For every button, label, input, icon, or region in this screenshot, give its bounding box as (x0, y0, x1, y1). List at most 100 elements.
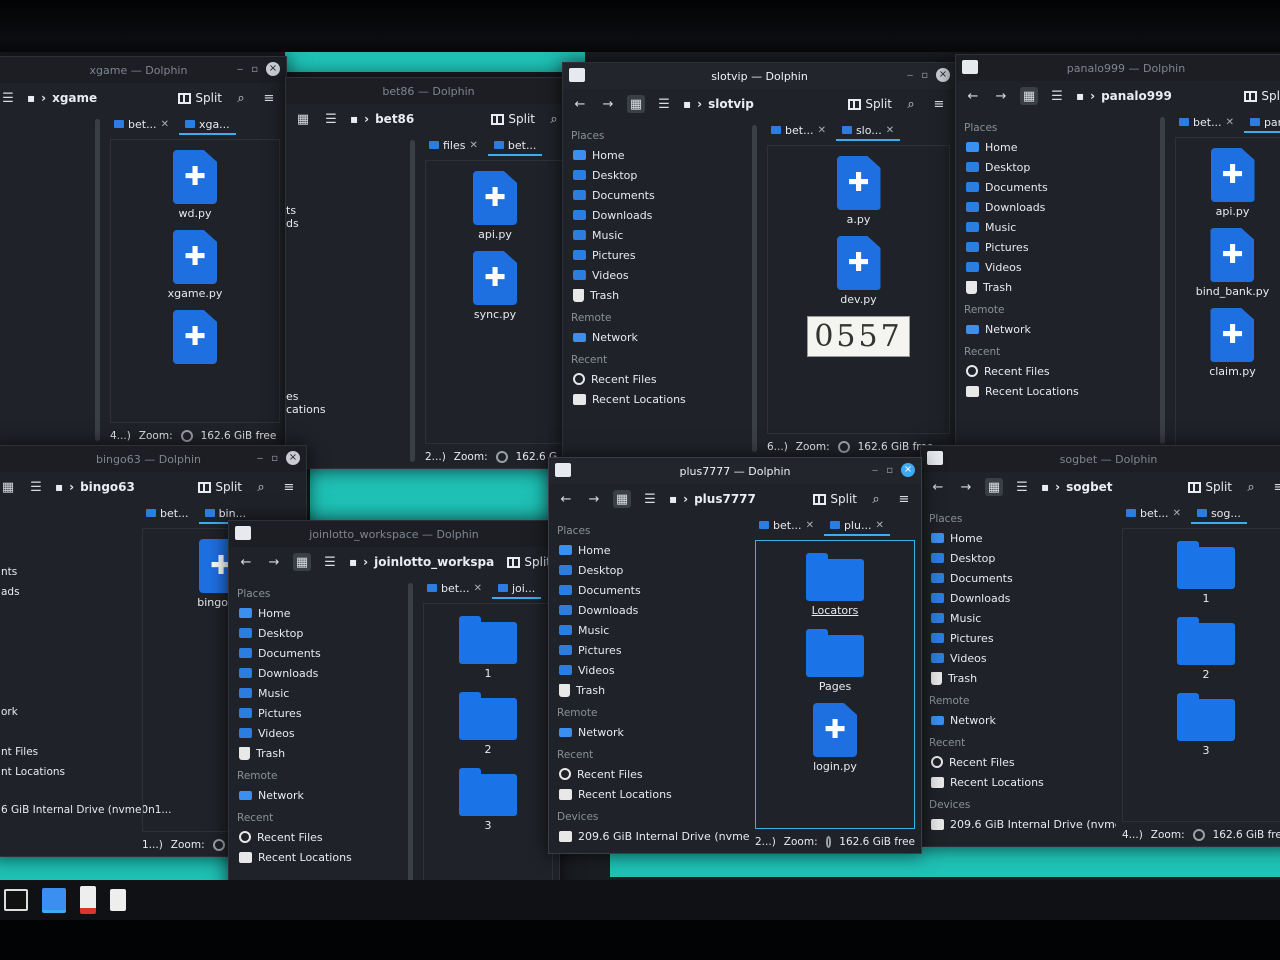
place-documents[interactable]: Documents (235, 643, 398, 663)
close-tab-icon[interactable]: ✕ (1173, 508, 1181, 519)
folder-item[interactable]: 3 (459, 766, 517, 832)
close-tab-icon[interactable]: ✕ (818, 125, 826, 136)
place-desktop[interactable]: Desktop (555, 560, 743, 580)
place-documents[interactable]: Documents (569, 185, 742, 205)
place-desktop[interactable]: Desktop (962, 157, 1150, 177)
close-tab-icon[interactable]: ✕ (469, 140, 477, 151)
back-arrow-icon[interactable]: ← (964, 87, 982, 105)
place-trash[interactable]: Trash (569, 285, 742, 305)
close-tab-icon[interactable]: ✕ (886, 125, 894, 136)
close-tab-icon[interactable]: ✕ (474, 583, 482, 594)
scrollbar[interactable] (752, 125, 757, 452)
place-recent-locations[interactable]: Recent Locations (235, 847, 398, 867)
file-item[interactable]: ✚ bind_bank.py (1196, 228, 1269, 298)
place-trash[interactable]: Trash (235, 743, 398, 763)
forward-arrow-icon[interactable]: → (599, 95, 617, 113)
place-network[interactable]: Network (927, 710, 1110, 730)
forward-arrow-icon[interactable]: → (957, 478, 975, 496)
icons-view-icon[interactable]: ▦ (293, 553, 311, 571)
maximize-button[interactable]: ▫ (886, 465, 893, 476)
folder-item[interactable]: Pages (806, 627, 864, 693)
scrollbar[interactable] (410, 140, 415, 462)
place-documents[interactable]: Documents (555, 580, 743, 600)
place-music[interactable]: Music (962, 217, 1150, 237)
close-button[interactable]: × (936, 68, 950, 82)
zoom-slider[interactable] (180, 430, 193, 442)
tab[interactable]: bet... (487, 137, 543, 156)
place-recent-files[interactable]: Recent Files (235, 827, 398, 847)
zoom-slider[interactable] (837, 441, 850, 453)
file-item[interactable]: ✚ claim.py (1209, 308, 1256, 378)
file-item[interactable]: ✚ sync.py (473, 251, 517, 321)
tab[interactable]: pan (1243, 114, 1280, 133)
file-item[interactable]: ✚ api.py (1210, 148, 1255, 218)
tab[interactable]: files ✕ (423, 137, 484, 156)
place-drive[interactable]: 209.6 GiB Internal Drive (nvme0n1... (555, 826, 749, 846)
search-icon[interactable]: ⌕ (545, 110, 563, 128)
file-item[interactable]: ✚ login.py (813, 703, 857, 773)
back-arrow-icon[interactable]: ← (571, 95, 589, 113)
folder-item[interactable]: 3 (1177, 691, 1235, 757)
place-recent-files[interactable]: Recent Files (927, 752, 1110, 772)
place-pictures[interactable]: Pictures (235, 703, 398, 723)
hamburger-menu-icon[interactable]: ≡ (930, 95, 948, 113)
tab[interactable]: bet... ✕ (108, 116, 175, 135)
terminal-icon[interactable] (4, 889, 28, 911)
tab[interactable]: slo... ✕ (835, 122, 901, 141)
split-button[interactable]: Split (848, 97, 892, 111)
place-network[interactable]: Network (569, 327, 742, 347)
forward-arrow-icon[interactable]: → (992, 87, 1010, 105)
place-recent-locations[interactable]: Recent Locations (927, 772, 1110, 792)
tab[interactable]: xga... (178, 116, 236, 135)
file-item[interactable]: ✚ a.py (836, 156, 881, 226)
place-network[interactable]: Network (555, 722, 743, 742)
search-icon[interactable]: ⌕ (232, 89, 250, 107)
split-button[interactable]: Split (1244, 89, 1280, 103)
icons-view-icon[interactable]: ▦ (1020, 87, 1038, 105)
zoom-slider[interactable] (825, 836, 832, 848)
place-music[interactable]: Music (569, 225, 742, 245)
place-desktop[interactable]: Desktop (235, 623, 398, 643)
search-icon[interactable]: ⌕ (867, 490, 885, 508)
minimize-button[interactable]: ‒ (907, 70, 913, 81)
place-videos[interactable]: Videos (555, 660, 743, 680)
place-music[interactable]: Music (927, 608, 1110, 628)
place-pictures[interactable]: Pictures (927, 628, 1110, 648)
folder-item[interactable]: 1 (459, 614, 517, 680)
back-arrow-icon[interactable]: ← (929, 478, 947, 496)
back-arrow-icon[interactable]: ← (237, 553, 255, 571)
tab[interactable]: bet... ✕ (421, 580, 488, 599)
place-drive[interactable]: 209.6 GiB Internal Drive (nvme0n1... (927, 814, 1116, 834)
place-recent-files[interactable]: Recent Files (962, 361, 1150, 381)
close-button[interactable]: × (901, 463, 915, 477)
place-pictures[interactable]: Pictures (962, 237, 1150, 257)
place-downloads[interactable]: Downloads (927, 588, 1110, 608)
place-downloads[interactable]: Downloads (569, 205, 742, 225)
file-item[interactable]: ✚ dev.py (836, 236, 881, 306)
place-recent-locations[interactable]: Recent Locations (555, 784, 743, 804)
details-view-icon[interactable]: ☰ (641, 490, 659, 508)
tab[interactable]: bet... ✕ (753, 517, 820, 536)
icons-view-icon[interactable]: ▦ (0, 478, 17, 496)
place-videos[interactable]: Videos (569, 265, 742, 285)
place-desktop[interactable]: Desktop (569, 165, 742, 185)
document-app-icon[interactable] (80, 886, 96, 914)
hamburger-menu-icon[interactable]: ≡ (1270, 478, 1280, 496)
folder-item[interactable]: 1 (1177, 539, 1235, 605)
split-button[interactable]: Split (1188, 480, 1232, 494)
forward-arrow-icon[interactable]: → (265, 553, 283, 571)
place-home[interactable]: Home (555, 540, 743, 560)
tab[interactable]: bet... (140, 505, 195, 524)
icons-view-icon[interactable]: ▦ (627, 95, 645, 113)
breadcrumb[interactable]: ▪ › panalo999 (1076, 89, 1234, 103)
tab[interactable]: bet... ✕ (1120, 505, 1187, 524)
details-view-icon[interactable]: ☰ (1013, 478, 1031, 496)
details-view-icon[interactable]: ☰ (1048, 87, 1066, 105)
close-tab-icon[interactable]: ✕ (1226, 117, 1234, 128)
icons-view-icon[interactable]: ▦ (985, 478, 1003, 496)
folder-item[interactable]: Locators (806, 551, 864, 617)
place-network[interactable]: Network (235, 785, 398, 805)
breadcrumb[interactable]: ▪ › xgame (27, 91, 168, 105)
split-button[interactable]: Split (491, 112, 535, 126)
tab[interactable]: plu... ✕ (823, 517, 890, 536)
